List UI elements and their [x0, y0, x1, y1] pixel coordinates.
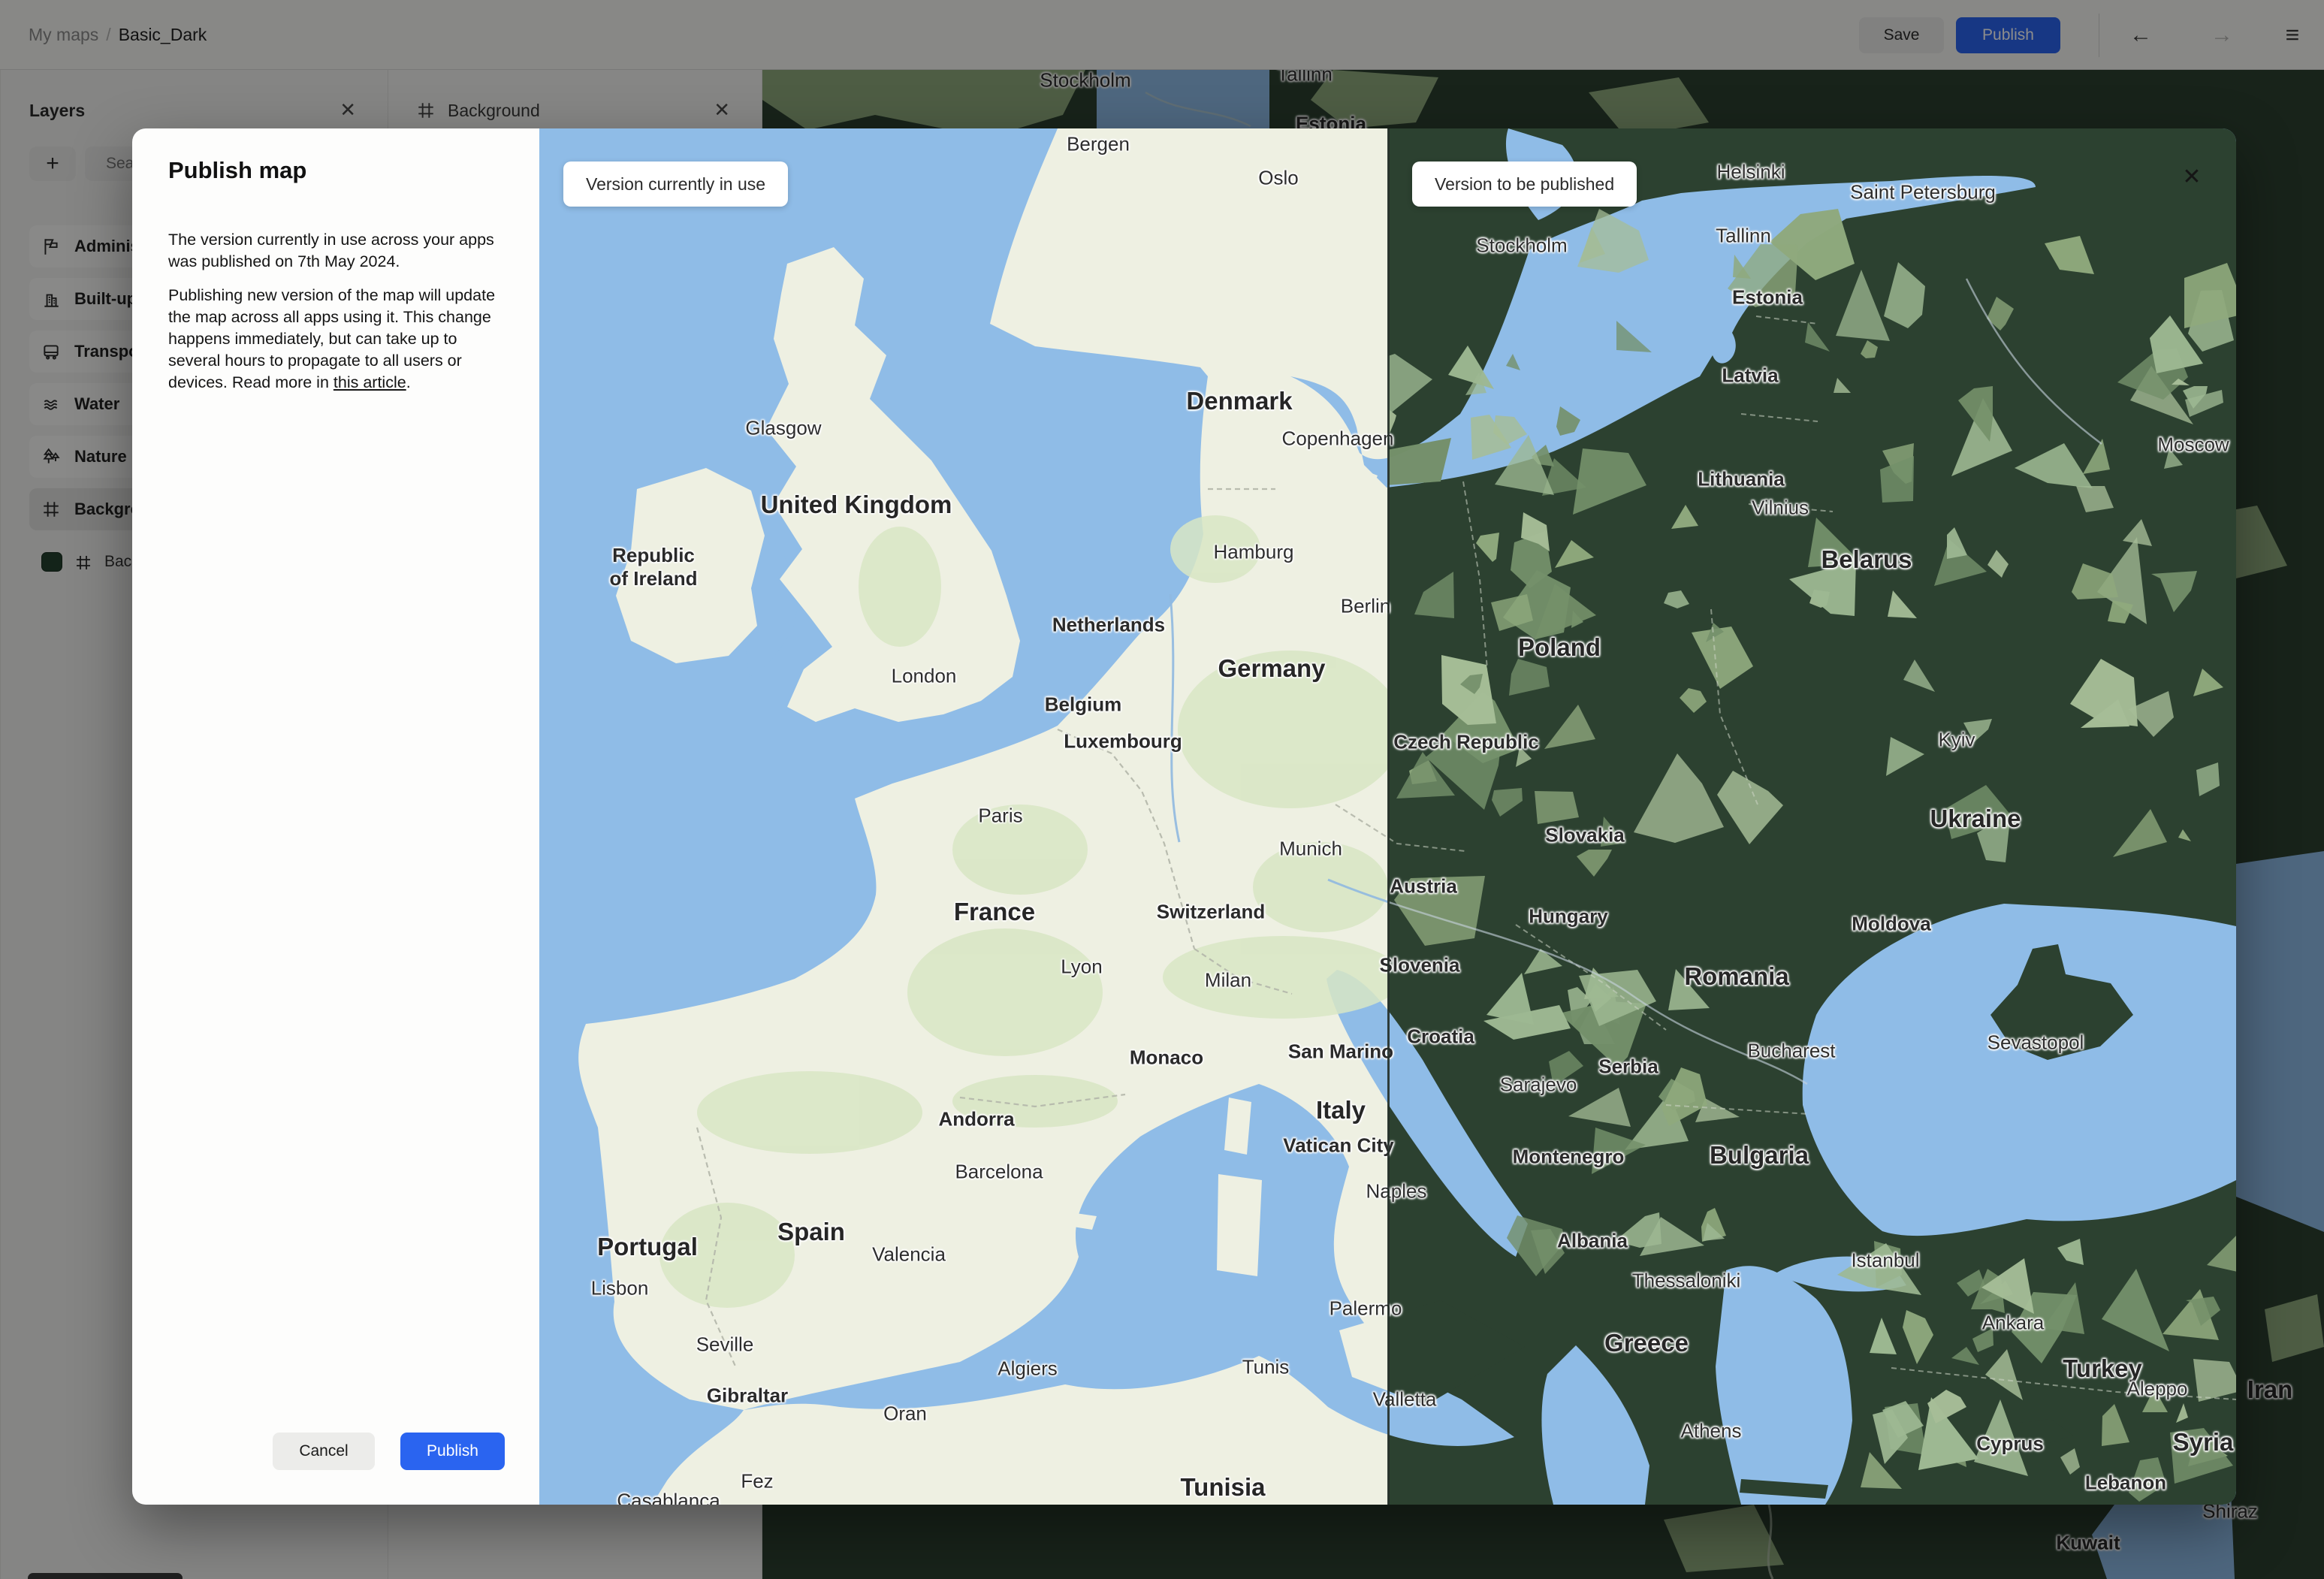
version-compare-view[interactable]: Bergen Oslo Glasgow Denmark Copenhagen United… [539, 128, 2236, 1505]
current-version-badge: Version currently in use [563, 162, 789, 207]
publish-modal: Publish map The version currently in use… [132, 128, 2236, 1505]
this-article-link[interactable]: this article [334, 373, 406, 391]
compare-close-icon[interactable]: ✕ [2177, 162, 2207, 192]
dialog-publish-button[interactable]: Publish [400, 1433, 505, 1470]
publish-dialog: Publish map The version currently in use… [132, 128, 539, 1505]
dialog-paragraph-1: The version currently in use across your… [168, 230, 494, 270]
compare-divider[interactable] [1387, 128, 1390, 1505]
dialog-title: Publish map [168, 157, 307, 183]
dialog-paragraph-2: Publishing new version of the map will u… [168, 285, 496, 391]
cancel-button[interactable]: Cancel [273, 1433, 375, 1470]
new-version-badge: Version to be published [1412, 162, 1637, 207]
